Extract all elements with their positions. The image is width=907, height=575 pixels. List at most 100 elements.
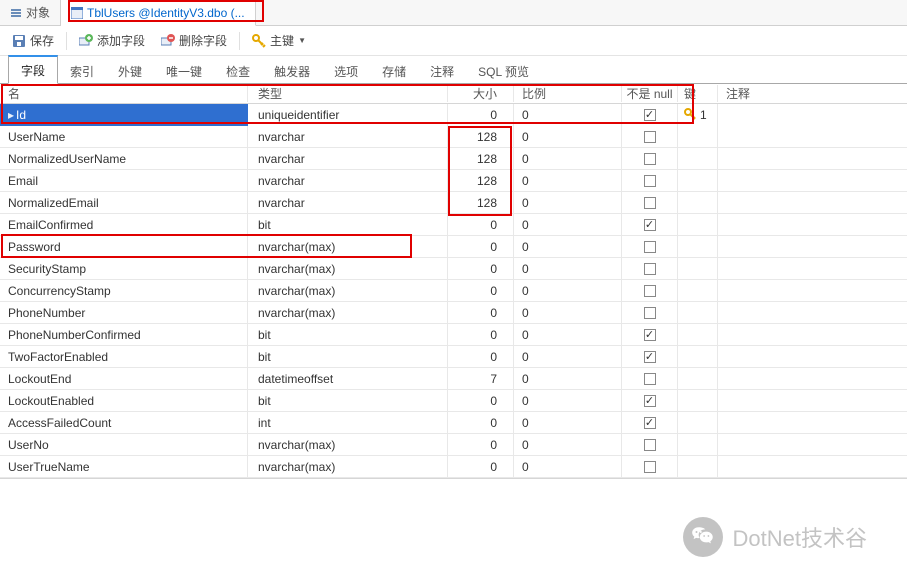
table-row[interactable]: NormalizedEmailnvarchar1280 [0, 192, 907, 214]
property-tab[interactable]: 选项 [322, 58, 370, 84]
field-scale[interactable]: 0 [514, 280, 622, 302]
field-not-null[interactable] [622, 258, 678, 280]
field-comment[interactable] [718, 324, 907, 346]
field-key[interactable] [678, 126, 718, 148]
table-row[interactable]: LockoutEnddatetimeoffset70 [0, 368, 907, 390]
checkbox[interactable] [644, 373, 656, 385]
field-key[interactable] [678, 456, 718, 478]
table-row[interactable]: Passwordnvarchar(max)00 [0, 236, 907, 258]
table-row[interactable]: TwoFactorEnabledbit00 [0, 346, 907, 368]
table-row[interactable]: LockoutEnabledbit00 [0, 390, 907, 412]
field-not-null[interactable] [622, 456, 678, 478]
field-key[interactable] [678, 390, 718, 412]
checkbox[interactable] [644, 219, 656, 231]
primary-key-button[interactable]: 主键 ▼ [244, 26, 314, 56]
field-not-null[interactable] [622, 434, 678, 456]
field-scale[interactable]: 0 [514, 456, 622, 478]
field-scale[interactable]: 0 [514, 126, 622, 148]
field-scale[interactable]: 0 [514, 368, 622, 390]
field-scale[interactable]: 0 [514, 214, 622, 236]
field-comment[interactable] [718, 456, 907, 478]
field-scale[interactable]: 0 [514, 170, 622, 192]
field-key[interactable] [678, 192, 718, 214]
field-key[interactable] [678, 412, 718, 434]
checkbox[interactable] [644, 197, 656, 209]
add-field-button[interactable]: 添加字段 [71, 26, 153, 56]
field-type[interactable]: bit [248, 214, 448, 236]
field-scale[interactable]: 0 [514, 346, 622, 368]
field-type[interactable]: nvarchar(max) [248, 280, 448, 302]
field-not-null[interactable] [622, 324, 678, 346]
field-key[interactable] [678, 280, 718, 302]
field-type[interactable]: nvarchar(max) [248, 236, 448, 258]
field-comment[interactable] [718, 434, 907, 456]
field-name[interactable]: Email [0, 170, 248, 192]
field-key[interactable] [678, 324, 718, 346]
field-name[interactable]: ▸Id [0, 104, 248, 126]
field-not-null[interactable] [622, 214, 678, 236]
checkbox[interactable] [644, 417, 656, 429]
field-name[interactable]: PhoneNumberConfirmed [0, 324, 248, 346]
field-name[interactable]: LockoutEnd [0, 368, 248, 390]
field-name[interactable]: UserName [0, 126, 248, 148]
field-key[interactable] [678, 170, 718, 192]
field-key[interactable] [678, 302, 718, 324]
field-size[interactable]: 0 [448, 258, 514, 280]
field-name[interactable]: UserNo [0, 434, 248, 456]
field-name[interactable]: Password [0, 236, 248, 258]
field-name[interactable]: ConcurrencyStamp [0, 280, 248, 302]
field-size[interactable]: 0 [448, 456, 514, 478]
checkbox[interactable] [644, 307, 656, 319]
field-not-null[interactable] [622, 412, 678, 434]
field-key[interactable] [678, 434, 718, 456]
property-tab[interactable]: 字段 [8, 55, 58, 84]
field-size[interactable]: 0 [448, 412, 514, 434]
field-scale[interactable]: 0 [514, 302, 622, 324]
table-row[interactable]: PhoneNumberConfirmedbit00 [0, 324, 907, 346]
field-name[interactable]: NormalizedEmail [0, 192, 248, 214]
field-key[interactable] [678, 236, 718, 258]
field-scale[interactable]: 0 [514, 192, 622, 214]
tab-table-editor[interactable]: TblUsers @IdentityV3.dbo (... [61, 0, 256, 26]
field-key[interactable] [678, 346, 718, 368]
field-scale[interactable]: 0 [514, 148, 622, 170]
field-scale[interactable]: 0 [514, 236, 622, 258]
field-size[interactable]: 0 [448, 214, 514, 236]
field-scale[interactable]: 0 [514, 324, 622, 346]
checkbox[interactable] [644, 439, 656, 451]
field-not-null[interactable] [622, 170, 678, 192]
checkbox[interactable] [644, 131, 656, 143]
field-not-null[interactable] [622, 236, 678, 258]
field-name[interactable]: AccessFailedCount [0, 412, 248, 434]
checkbox[interactable] [644, 461, 656, 473]
field-key[interactable] [678, 258, 718, 280]
field-comment[interactable] [718, 280, 907, 302]
field-comment[interactable] [718, 170, 907, 192]
field-comment[interactable] [718, 126, 907, 148]
table-row[interactable]: UserTrueNamenvarchar(max)00 [0, 456, 907, 478]
field-comment[interactable] [718, 258, 907, 280]
field-not-null[interactable] [622, 192, 678, 214]
field-comment[interactable] [718, 214, 907, 236]
checkbox[interactable] [644, 395, 656, 407]
field-not-null[interactable] [622, 104, 678, 126]
field-key[interactable]: 1 [678, 104, 718, 126]
property-tab[interactable]: 索引 [58, 58, 106, 84]
checkbox[interactable] [644, 285, 656, 297]
table-row[interactable]: PhoneNumbernvarchar(max)00 [0, 302, 907, 324]
table-row[interactable]: SecurityStampnvarchar(max)00 [0, 258, 907, 280]
checkbox[interactable] [644, 153, 656, 165]
field-not-null[interactable] [622, 302, 678, 324]
field-type[interactable]: int [248, 412, 448, 434]
field-size[interactable]: 0 [448, 324, 514, 346]
table-row[interactable]: UserNamenvarchar1280 [0, 126, 907, 148]
field-type[interactable]: datetimeoffset [248, 368, 448, 390]
field-comment[interactable] [718, 148, 907, 170]
property-tab[interactable]: SQL 预览 [466, 58, 541, 84]
col-key[interactable]: 键 [678, 85, 718, 102]
property-tab[interactable]: 存储 [370, 58, 418, 84]
col-comment[interactable]: 注释 [718, 85, 907, 102]
field-type[interactable]: nvarchar(max) [248, 456, 448, 478]
checkbox[interactable] [644, 263, 656, 275]
field-size[interactable]: 0 [448, 302, 514, 324]
